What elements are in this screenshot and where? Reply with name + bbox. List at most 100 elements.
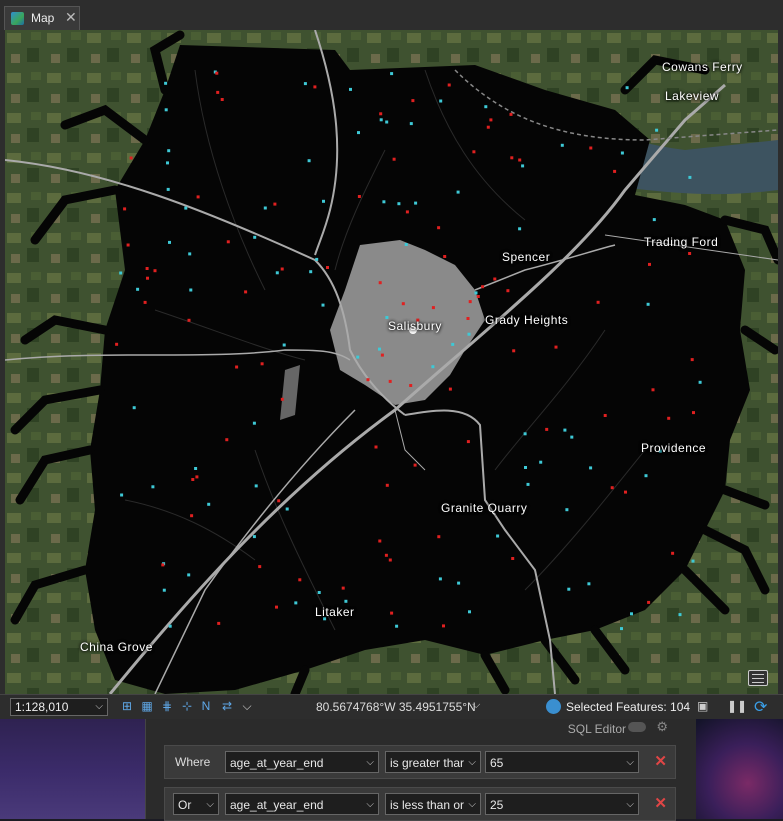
query-clause-row: Or ⌵ age_at_year_end ⌵ is less than or ⌵ 25… <box>164 787 676 821</box>
chevron-down-icon[interactable]: ⌵ <box>472 699 480 712</box>
chevron-down-icon: ⌵ <box>366 799 374 810</box>
operator-select[interactable]: is greater thar ⌵ <box>385 751 481 773</box>
feature-point <box>655 128 659 132</box>
tab-map[interactable]: Map ✕ <box>4 6 80 30</box>
place-label: Litaker <box>315 605 355 619</box>
feature-point <box>472 150 476 154</box>
feature-point <box>625 86 629 90</box>
feature-point <box>466 440 470 444</box>
connector-select[interactable]: Or ⌵ <box>173 793 219 815</box>
feature-point <box>235 365 239 369</box>
feature-point <box>468 300 472 304</box>
value-select-value: 65 <box>490 756 504 770</box>
feature-point <box>692 411 695 415</box>
feature-point <box>378 281 382 285</box>
feature-point <box>260 362 264 366</box>
operator-select[interactable]: is less than or ⌵ <box>385 793 481 815</box>
feature-point <box>215 71 219 75</box>
feature-point <box>688 252 692 255</box>
feature-point <box>493 277 497 281</box>
feature-point <box>678 613 682 617</box>
gear-icon[interactable]: ⚙ <box>656 719 668 735</box>
feature-point <box>294 601 298 605</box>
snapping-icon[interactable]: ⊹ <box>180 699 194 713</box>
feature-point <box>644 474 648 478</box>
constraints-icon[interactable]: ⇄ <box>220 699 234 713</box>
feature-point <box>258 565 262 569</box>
add-grid-icon[interactable]: ⊞ <box>120 699 134 713</box>
map-view[interactable]: Cowans Ferry Lakeview Trading Ford Spenc… <box>5 30 778 694</box>
feature-point <box>119 271 123 275</box>
pause-icon[interactable]: ❚❚ <box>727 699 747 714</box>
place-label: Grady Heights <box>485 313 569 327</box>
sql-editor-toggle[interactable] <box>628 722 646 732</box>
scale-select[interactable]: 1:128,010 ⌵ <box>10 698 108 716</box>
refresh-icon[interactable]: ⟳ <box>754 697 767 717</box>
value-select[interactable]: 25 ⌵ <box>485 793 639 815</box>
feature-point <box>484 105 488 109</box>
feature-point <box>652 218 656 222</box>
feature-point <box>526 482 530 486</box>
feature-point <box>476 295 480 298</box>
place-label: Granite Quarry <box>441 501 528 515</box>
feature-point <box>512 349 516 353</box>
feature-point <box>313 85 317 89</box>
remove-clause-icon[interactable]: ✕ <box>654 752 667 770</box>
field-select[interactable]: age_at_year_end ⌵ <box>225 751 379 773</box>
feature-point <box>648 262 651 266</box>
feature-point <box>344 599 348 603</box>
feature-point <box>409 122 413 126</box>
coordinate-readout: 80.5674768°W 35.4951755°N <box>316 700 476 714</box>
table-icon[interactable]: ▦ <box>140 699 154 713</box>
feature-point <box>442 624 445 628</box>
feature-point <box>164 108 168 112</box>
feature-point <box>610 486 614 490</box>
feature-point <box>438 577 442 581</box>
feature-point <box>322 199 325 203</box>
feature-point <box>671 551 675 555</box>
legend-icon[interactable] <box>748 670 768 686</box>
feature-point <box>280 397 284 401</box>
feature-point <box>188 252 192 256</box>
grid-snap-icon[interactable]: ⋕ <box>160 699 174 713</box>
feature-point <box>184 206 188 210</box>
feature-point <box>439 99 443 103</box>
place-label: China Grove <box>80 640 153 654</box>
chevron-down-icon: ⌵ <box>468 757 476 768</box>
feature-point <box>166 161 169 165</box>
feature-point <box>315 257 319 261</box>
feature-point <box>431 306 435 310</box>
place-label: Lakeview <box>665 89 720 103</box>
north-arrow-icon[interactable]: N <box>199 699 213 713</box>
feature-point <box>587 582 591 586</box>
feature-point <box>589 466 593 470</box>
feature-point <box>129 156 133 160</box>
chevron-down-icon[interactable]: ⌵ <box>240 699 254 713</box>
value-select[interactable]: 65 ⌵ <box>485 751 639 773</box>
feature-point <box>481 285 485 289</box>
feature-point <box>539 460 543 464</box>
feature-point <box>253 235 257 239</box>
feature-point <box>190 514 194 518</box>
close-icon[interactable]: ✕ <box>65 9 77 26</box>
feature-point <box>341 586 345 590</box>
refresh-display-icon[interactable]: ▣ <box>697 699 708 714</box>
place-label: Trading Ford <box>644 235 719 249</box>
place-label: Salisbury <box>388 319 442 333</box>
selected-features-icon[interactable] <box>546 699 561 714</box>
feature-point <box>309 270 313 274</box>
feature-point <box>151 485 155 489</box>
chevron-down-icon: ⌵ <box>206 799 214 810</box>
field-select[interactable]: age_at_year_end ⌵ <box>225 793 379 815</box>
chevron-down-icon: ⌵ <box>95 701 103 712</box>
feature-point <box>187 318 191 322</box>
feature-point <box>374 445 378 449</box>
feature-point <box>187 573 191 577</box>
remove-clause-icon[interactable]: ✕ <box>654 794 667 812</box>
feature-point <box>307 159 311 163</box>
feature-point <box>207 502 211 506</box>
feature-point <box>321 303 325 307</box>
sql-editor-label: SQL Editor <box>567 722 626 736</box>
feature-point <box>545 427 549 431</box>
feature-point <box>357 131 360 135</box>
